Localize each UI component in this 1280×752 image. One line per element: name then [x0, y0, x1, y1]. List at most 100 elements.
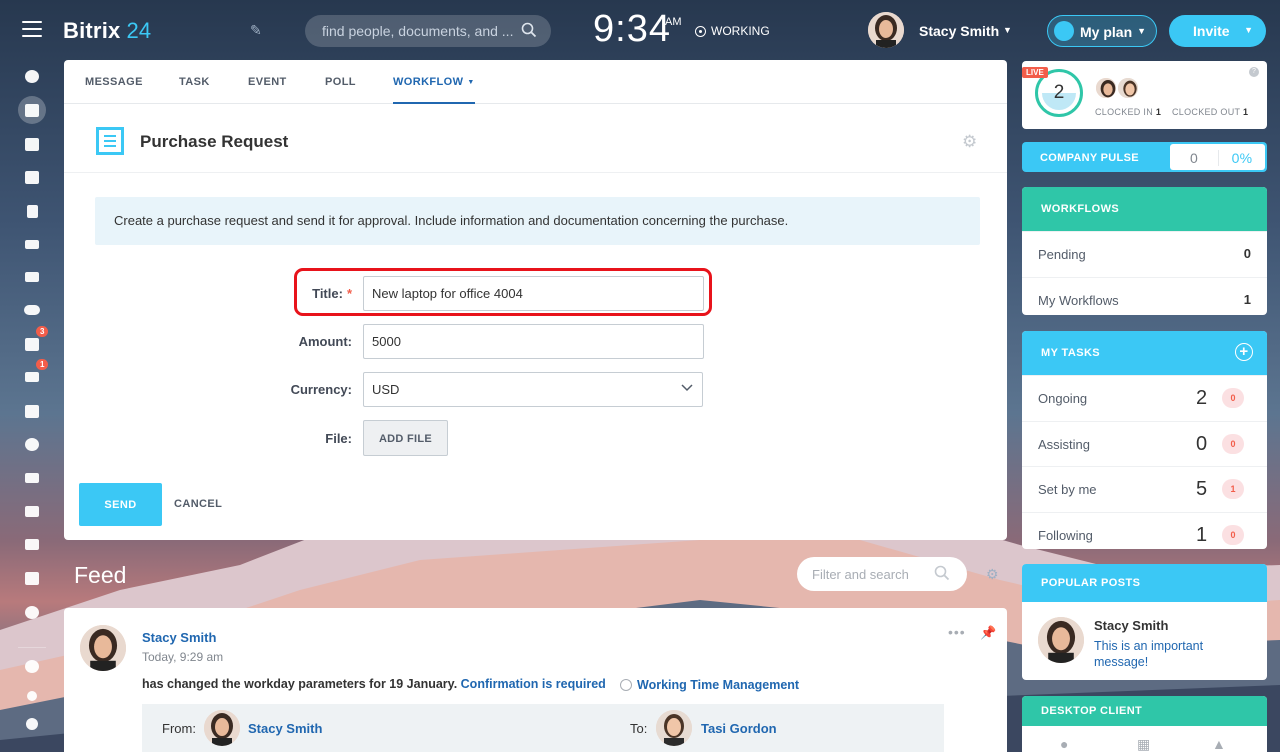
avatar[interactable]: [80, 625, 126, 671]
amount-field[interactable]: 5000: [363, 324, 704, 359]
workflow-form-icon: [96, 127, 124, 155]
search-input[interactable]: find people, documents, and ...: [305, 15, 551, 47]
pulse-values: 0 0%: [1170, 144, 1265, 170]
list-item[interactable]: Pending 0: [1022, 231, 1267, 277]
invite-button[interactable]: Invite ▼: [1169, 15, 1266, 47]
timeman-widget[interactable]: 2 CLOCKED IN 1 CLOCKED OUT 1 ?: [1022, 61, 1267, 129]
box-icon[interactable]: [18, 564, 46, 592]
avatar: [1094, 76, 1118, 100]
employees-icon[interactable]: [18, 296, 46, 324]
gear-icon[interactable]: ⚙: [986, 566, 999, 583]
nav-divider: [18, 647, 46, 648]
divider: [64, 172, 1007, 173]
apple-icon[interactable]: ●: [1060, 736, 1068, 752]
list-item[interactable]: Ongoing 2 0: [1022, 375, 1267, 421]
currency-label: Currency:: [290, 382, 352, 397]
app-logo[interactable]: Bitrix 24: [63, 18, 151, 44]
title-label: Title: *: [312, 286, 352, 301]
chevron-down-icon: ▼: [1003, 25, 1012, 35]
search-icon: [521, 22, 537, 38]
working-time-link[interactable]: Working Time Management: [620, 677, 799, 692]
cancel-button[interactable]: CANCEL: [174, 498, 222, 510]
my-plan-button[interactable]: My plan ▼: [1047, 15, 1157, 47]
desktop-client-header: DESKTOP CLIENT: [1022, 696, 1267, 726]
target-icon[interactable]: [18, 430, 46, 458]
workflows-header[interactable]: WORKFLOWS: [1022, 187, 1267, 231]
help-icon[interactable]: [18, 652, 46, 680]
company-icon[interactable]: [18, 397, 46, 425]
send-button[interactable]: SEND: [79, 483, 162, 526]
currency-select[interactable]: USD: [363, 372, 703, 407]
confirmation-link[interactable]: Confirmation is required: [461, 677, 606, 691]
help-icon[interactable]: ?: [1249, 67, 1259, 77]
form-title: Purchase Request: [140, 132, 289, 151]
tab-poll[interactable]: POLL: [325, 76, 356, 88]
feed-title: Feed: [74, 562, 127, 588]
list-item[interactable]: Set by me 5 1: [1022, 466, 1267, 512]
post-time: Today, 9:29 am: [142, 650, 224, 664]
workflow-composer: MESSAGE TASK EVENT POLL WORKFLOW ▼ Purcha…: [64, 60, 1007, 540]
crm-filter-icon[interactable]: 1: [18, 359, 49, 391]
to-user[interactable]: Tasi Gordon: [701, 721, 777, 736]
post-author[interactable]: Stacy Smith: [142, 630, 216, 645]
tab-workflow[interactable]: WORKFLOW ▼: [393, 76, 475, 104]
more-icon[interactable]: [18, 598, 46, 626]
my-tasks-widget: MY TASKS + Ongoing 2 0 Assisting 0 0 Set by …: [1022, 331, 1267, 549]
rocket-icon: [1054, 21, 1074, 41]
gear-icon[interactable]: ⚙: [962, 132, 977, 152]
settings-icon[interactable]: [18, 710, 46, 738]
list-item[interactable]: Following 1 0: [1022, 511, 1267, 558]
feed-icon[interactable]: [18, 62, 46, 90]
avatar[interactable]: [204, 710, 240, 746]
add-task-icon[interactable]: +: [1235, 343, 1253, 361]
top-bar: Bitrix 24 ✎ find people, documents, and .…: [0, 0, 1280, 60]
chevron-down-icon: ▼: [1137, 26, 1146, 36]
my-tasks-header[interactable]: MY TASKS +: [1022, 331, 1267, 375]
tab-task[interactable]: TASK: [179, 76, 210, 88]
more-icon[interactable]: •••: [948, 624, 966, 640]
calendar-icon[interactable]: [18, 163, 46, 191]
menu-icon[interactable]: [22, 21, 42, 37]
chevron-down-icon: [681, 384, 693, 392]
search-icon: [934, 565, 950, 581]
tab-event[interactable]: EVENT: [248, 76, 287, 88]
tab-message[interactable]: MESSAGE: [85, 76, 143, 88]
title-field[interactable]: New laptop for office 4004: [363, 276, 704, 311]
linux-icon[interactable]: ▲: [1212, 736, 1226, 752]
list-item[interactable]: Assisting 0 0: [1022, 420, 1267, 467]
pin-icon[interactable]: 📌: [980, 625, 996, 641]
avatar: [868, 12, 904, 48]
post-text: has changed the workday parameters for 1…: [142, 677, 606, 691]
clocked-out: CLOCKED OUT 1: [1172, 107, 1249, 117]
chevron-down-icon: ▼: [1244, 25, 1253, 35]
document-icon[interactable]: [18, 197, 46, 225]
workday-change-box: From: Stacy Smith To: Tasi Gordon: [142, 704, 944, 752]
work-status[interactable]: WORKING: [695, 24, 770, 38]
list-item[interactable]: My Workflows 1: [1022, 276, 1267, 323]
tasks-icon[interactable]: 3: [18, 326, 49, 358]
clock-time[interactable]: 9:34: [593, 8, 671, 51]
to-label: To:: [630, 721, 648, 736]
windows-icon[interactable]: ▦: [1137, 736, 1150, 752]
amount-label: Amount:: [298, 334, 352, 349]
add-file-button[interactable]: ADD FILE: [363, 420, 448, 456]
chevron-down-icon: ▼: [467, 79, 475, 86]
clock-ampm: AM: [665, 16, 682, 28]
structure-icon[interactable]: [18, 682, 46, 710]
chat-icon[interactable]: [18, 130, 46, 158]
news-icon[interactable]: [18, 96, 46, 124]
crm-badge: 1: [36, 359, 49, 370]
user-menu[interactable]: Stacy Smith ▼: [868, 12, 1012, 48]
edit-icon[interactable]: ✎: [250, 22, 262, 39]
feed-filter-input[interactable]: Filter and search: [797, 557, 967, 591]
from-user[interactable]: Stacy Smith: [248, 721, 322, 736]
company-pulse[interactable]: COMPANY PULSE 0 0%: [1022, 142, 1267, 172]
shop-icon[interactable]: [18, 464, 46, 492]
drive-icon[interactable]: [18, 230, 46, 258]
composer-tabs: MESSAGE TASK EVENT POLL WORKFLOW ▼: [64, 60, 1007, 104]
mail-icon[interactable]: [18, 263, 46, 291]
file-label: File:: [325, 431, 352, 446]
contact-center-icon[interactable]: [18, 497, 46, 525]
avatar[interactable]: [656, 710, 692, 746]
robot-icon[interactable]: [18, 530, 46, 558]
